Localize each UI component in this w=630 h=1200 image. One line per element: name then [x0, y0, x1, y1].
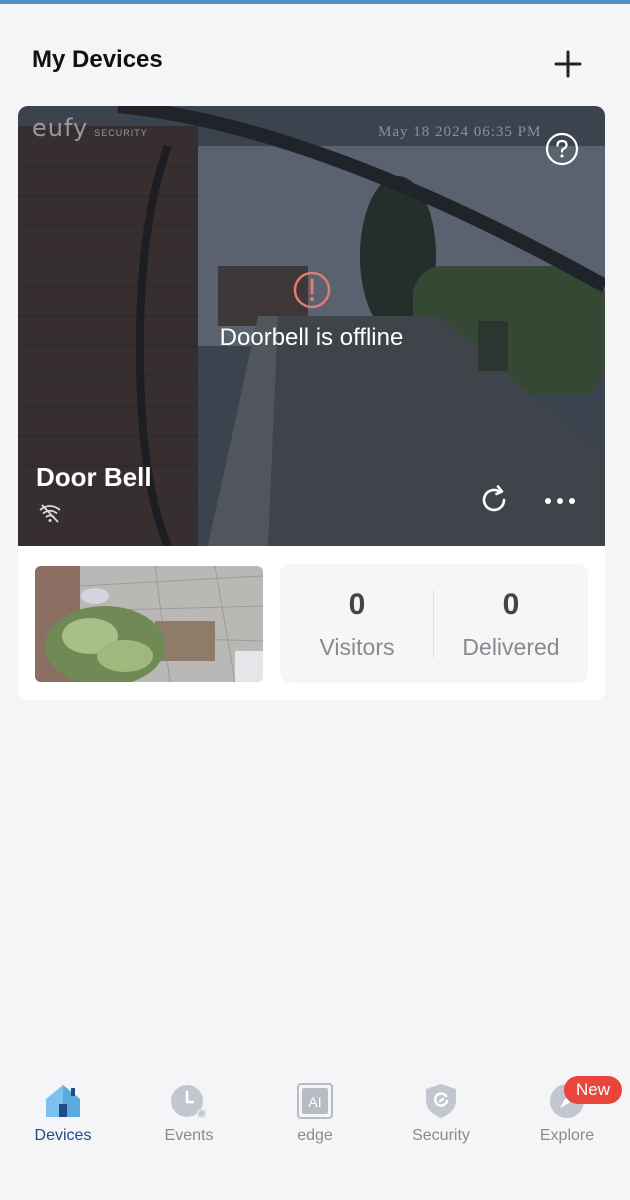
device-card: eufy SECURITY May 18 2024 06:35 PM Doorb… — [18, 106, 605, 700]
question-icon — [545, 132, 579, 166]
camera-feed[interactable]: eufy SECURITY May 18 2024 06:35 PM Doorb… — [18, 106, 605, 546]
tab-events-label: Events — [164, 1127, 214, 1144]
help-button[interactable] — [545, 132, 579, 166]
tab-edge-label: edge — [297, 1127, 333, 1144]
visitors-label: Visitors — [319, 634, 395, 660]
bottom-tab-bar: Devices Events AI edge Security Explore … — [0, 1070, 630, 1200]
eufy-logo: eufy SECURITY — [32, 114, 148, 142]
tab-devices-label: Devices — [34, 1127, 92, 1144]
tab-edge[interactable]: AI edge — [252, 1070, 378, 1160]
visitors-stat: 0 Visitors — [280, 564, 434, 683]
tab-security-label: Security — [412, 1127, 470, 1144]
top-accent-bar — [0, 0, 630, 4]
refresh-button[interactable] — [477, 483, 511, 517]
tab-devices[interactable]: Devices — [0, 1070, 126, 1160]
clock-icon — [171, 1085, 206, 1118]
ai-chip-icon: AI — [297, 1083, 333, 1119]
add-device-button[interactable] — [548, 44, 588, 84]
device-name: Door Bell — [36, 462, 152, 492]
feed-timestamp: May 18 2024 06:35 PM — [378, 124, 542, 140]
tab-events[interactable]: Events — [126, 1070, 252, 1160]
offline-status: Doorbell is offline — [18, 270, 605, 352]
page-title: My Devices — [32, 46, 163, 73]
wifi-off-icon — [39, 504, 61, 523]
tab-explore-label: Explore — [539, 1127, 595, 1144]
page-header: My Devices — [0, 40, 630, 84]
more-options-button[interactable] — [540, 486, 580, 516]
event-thumbnail-image — [35, 566, 263, 682]
delivered-label: Delivered — [462, 634, 560, 660]
delivered-count: 0 — [502, 588, 520, 621]
offline-message: Doorbell is offline — [219, 324, 404, 351]
svg-text:AI: AI — [308, 1094, 321, 1110]
shield-icon — [426, 1084, 456, 1118]
event-stats[interactable]: 0 Visitors 0 Delivered — [280, 564, 588, 683]
alert-circle-icon — [293, 271, 330, 309]
visitors-count: 0 — [348, 588, 366, 621]
tab-security[interactable]: Security — [378, 1070, 504, 1160]
house-icon — [46, 1085, 80, 1117]
plus-icon — [554, 50, 582, 78]
refresh-icon — [482, 485, 506, 512]
delivered-stat: 0 Delivered — [434, 564, 588, 683]
latest-event-thumbnail[interactable] — [35, 566, 263, 682]
more-horizontal-icon — [545, 498, 575, 504]
new-badge: New — [564, 1076, 622, 1104]
